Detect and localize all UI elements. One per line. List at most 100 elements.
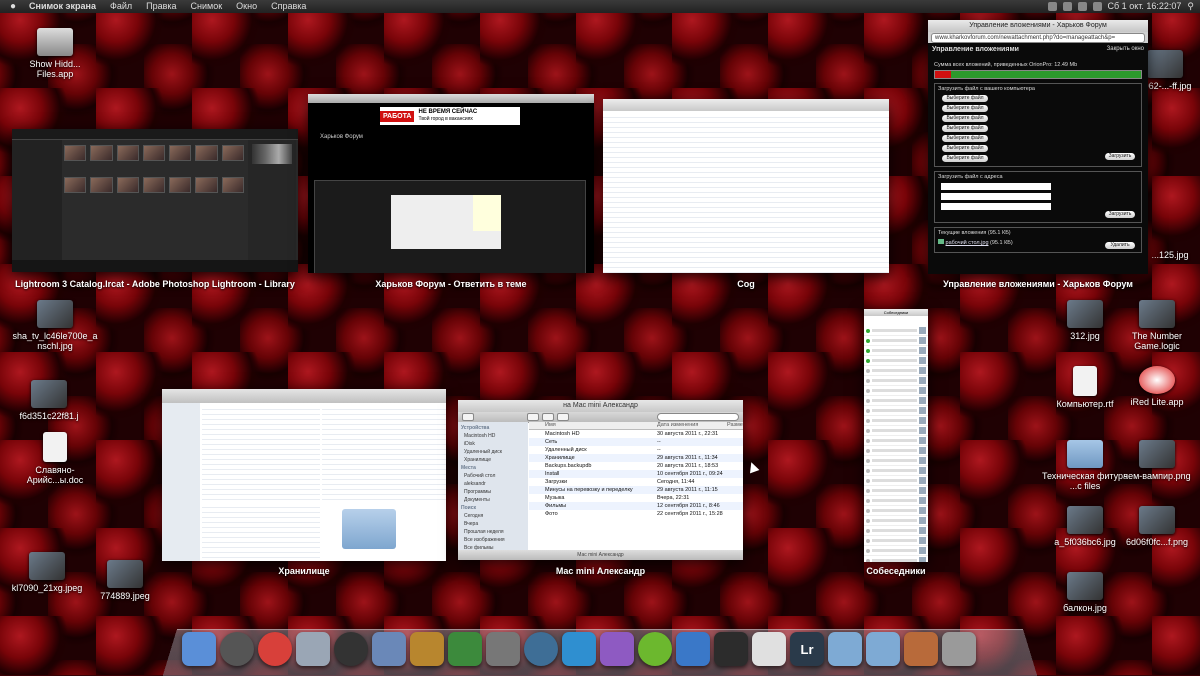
url-input-1[interactable] <box>941 183 1051 190</box>
table-row[interactable]: Фото 22 сентября 2011 г., 15:28 <box>529 510 743 518</box>
desktop-icon[interactable]: балкон.jpg <box>1040 572 1130 613</box>
choose-file-button[interactable]: Выберите файл <box>942 115 988 122</box>
flag-icon[interactable] <box>1092 2 1102 11</box>
menu-window[interactable]: Окно <box>229 0 264 13</box>
status-icon[interactable] <box>1047 2 1057 11</box>
menu-help[interactable]: Справка <box>264 0 313 13</box>
desktop-icon[interactable]: kl7090_21xg.jpeg <box>2 552 92 593</box>
sidebar-item[interactable]: Все изображения <box>458 536 528 544</box>
action-button[interactable] <box>557 413 569 421</box>
table-row[interactable]: Macintosh HD 30 августа 2011 г., 22:31 <box>529 430 743 438</box>
url-input-2[interactable] <box>941 193 1051 200</box>
buddy-row[interactable] <box>864 406 928 416</box>
system-preferences-icon[interactable] <box>486 632 520 666</box>
view-buttons[interactable] <box>527 413 539 421</box>
photo-thumbnail[interactable] <box>116 145 139 161</box>
desktop-icon[interactable]: iRed Lite.app <box>1112 366 1200 407</box>
buddy-row[interactable] <box>864 376 928 386</box>
buddy-row[interactable] <box>864 456 928 466</box>
photo-thumbnail[interactable] <box>90 145 113 161</box>
photo-thumbnail[interactable] <box>195 145 218 161</box>
editor-area[interactable] <box>391 195 501 249</box>
photo-thumbnail[interactable] <box>142 177 166 193</box>
buddy-row[interactable] <box>864 486 928 496</box>
desktop-icon[interactable]: Славяно-Арийс...ы.doc <box>10 432 100 485</box>
sidebar-item[interactable]: Документы <box>458 496 528 504</box>
spotlight-icon[interactable]: ⚲ <box>1187 0 1194 13</box>
buddy-row[interactable] <box>864 326 928 336</box>
attachments-window-thumbnail[interactable]: Управление вложениями - Харьков Форум ww… <box>928 20 1148 274</box>
choose-file-button[interactable]: Выберите файл <box>942 155 988 162</box>
photos-icon[interactable] <box>372 632 406 666</box>
upload-url-button[interactable]: Загрузить <box>1105 211 1135 218</box>
quicklook-button[interactable] <box>542 413 554 421</box>
buddy-row[interactable] <box>864 496 928 506</box>
finder-icon[interactable] <box>182 632 216 666</box>
photo-thumbnail[interactable] <box>169 177 192 193</box>
lightroom-icon[interactable]: Lr <box>790 632 824 666</box>
desktop-icon[interactable]: The Number Game.logic <box>1112 300 1200 351</box>
table-row[interactable]: Фильмы 12 сентября 2011 г., 8:46 <box>529 502 743 510</box>
table-row[interactable]: Хранилище 29 августа 2011 г., 11:34 <box>529 454 743 462</box>
finder-window-thumbnail[interactable]: на Mac mini Александр Устройства Macintos… <box>458 400 743 560</box>
dashboard-icon[interactable] <box>334 632 368 666</box>
sidebar-item[interactable]: Macintosh HD <box>458 432 528 440</box>
table-row[interactable]: Музыка Вчера, 22:31 <box>529 494 743 502</box>
photo-thumbnail[interactable] <box>90 177 113 193</box>
buddies-window-thumbnail[interactable]: Собеседники <box>864 309 928 562</box>
sidebar-item[interactable]: Удаленный диск <box>458 448 528 456</box>
documents-folder-icon[interactable] <box>866 632 900 666</box>
cog-window-thumbnail[interactable] <box>603 99 889 273</box>
buddy-row[interactable] <box>864 426 928 436</box>
photo-thumbnail[interactable] <box>64 145 87 161</box>
url-field[interactable]: www.kharkovforum.com/newattachment.php?d… <box>931 32 1145 43</box>
app-store-icon[interactable] <box>676 632 710 666</box>
buddy-row[interactable] <box>864 386 928 396</box>
preview-icon[interactable] <box>296 632 330 666</box>
menu-capture[interactable]: Снимок <box>184 0 230 13</box>
choose-file-button[interactable]: Выберите файл <box>942 105 988 112</box>
chrome-icon[interactable] <box>258 632 292 666</box>
buddy-row[interactable] <box>864 476 928 486</box>
time-machine-icon[interactable] <box>524 632 558 666</box>
buddy-row[interactable] <box>864 446 928 456</box>
ecard-icon[interactable] <box>600 632 634 666</box>
choose-file-button[interactable]: Выберите файл <box>942 145 988 152</box>
buddy-row[interactable] <box>864 546 928 556</box>
desktop-icon[interactable]: 6d06f0fc...f.png <box>1112 506 1200 547</box>
photo-thumbnail[interactable] <box>221 145 244 161</box>
desktop-icon[interactable]: sha_tv_lc46le700e_anschl.jpg <box>10 300 100 351</box>
volume-icon[interactable] <box>1077 2 1087 11</box>
url-input-3[interactable] <box>941 203 1051 210</box>
delete-button[interactable]: Удалить <box>1105 242 1135 249</box>
table-row[interactable]: Install 10 сентября 2011 г., 09:24 <box>529 470 743 478</box>
storage-window-thumbnail[interactable] <box>162 389 446 561</box>
column-size[interactable]: Разме <box>727 422 743 429</box>
buddy-row[interactable] <box>864 336 928 346</box>
buddy-row[interactable] <box>864 396 928 406</box>
photo-thumbnail[interactable] <box>221 177 244 193</box>
sidebar-item[interactable]: iDisk <box>458 440 528 448</box>
desktop-icon[interactable]: 774889.jpeg <box>80 560 170 601</box>
sidebar-item[interactable]: Прошлая неделя <box>458 528 528 536</box>
choose-file-button[interactable]: Выберите файл <box>942 125 988 132</box>
table-row[interactable]: Удаленный диск -- <box>529 446 743 454</box>
photo-thumbnail[interactable] <box>142 145 166 161</box>
choose-file-button[interactable]: Выберите файл <box>942 95 988 102</box>
close-window-link[interactable]: Закрыть окно <box>1107 46 1144 53</box>
adium-icon[interactable] <box>448 632 482 666</box>
buddy-row[interactable] <box>864 466 928 476</box>
buddy-row[interactable] <box>864 416 928 426</box>
trash-icon[interactable] <box>942 632 976 666</box>
search-field[interactable] <box>657 413 739 421</box>
menu-app-name[interactable]: Снимок экрана <box>22 0 103 13</box>
menu-file[interactable]: Файл <box>103 0 139 13</box>
upload-button[interactable]: Загрузить <box>1105 153 1135 160</box>
column-date[interactable]: Дата изменения <box>657 422 727 429</box>
buddy-row[interactable] <box>864 346 928 356</box>
attachment-link[interactable]: рабочий стол.jpg <box>946 240 989 246</box>
sidebar-item[interactable]: Рабочий стол <box>458 472 528 480</box>
menu-edit[interactable]: Правка <box>139 0 183 13</box>
time-machine-clock-icon[interactable] <box>220 632 254 666</box>
textedit-icon[interactable] <box>752 632 786 666</box>
